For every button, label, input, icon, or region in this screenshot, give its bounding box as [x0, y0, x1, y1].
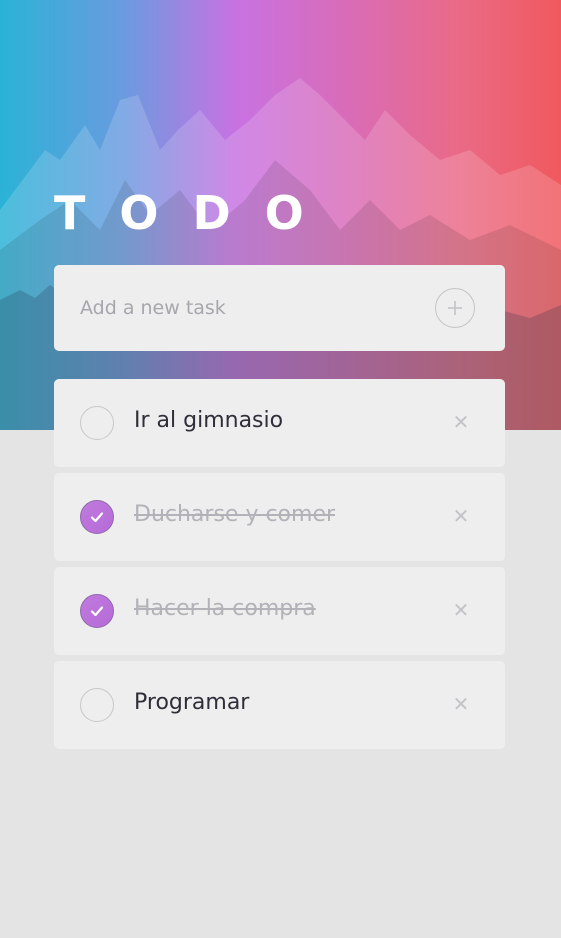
delete-task-button[interactable]: ✕ — [451, 411, 471, 433]
app-title: TODO — [54, 186, 338, 240]
task-checkbox-checked[interactable] — [80, 500, 114, 534]
delete-task-button[interactable]: ✕ — [451, 505, 471, 527]
hero-banner: TODO — [0, 0, 561, 430]
checkmark-icon — [90, 512, 104, 523]
task-item: Ducharse y comer ✕ — [54, 473, 505, 561]
task-checkbox[interactable] — [80, 688, 114, 722]
delete-task-button[interactable]: ✕ — [451, 599, 471, 621]
task-item: Programar ✕ — [54, 661, 505, 749]
task-label: Ir al gimnasio — [134, 408, 284, 433]
delete-task-button[interactable]: ✕ — [451, 693, 471, 715]
close-icon: ✕ — [452, 692, 470, 716]
checkmark-icon — [90, 606, 104, 617]
new-task-form — [54, 265, 505, 351]
close-icon: ✕ — [452, 504, 470, 528]
task-item: Ir al gimnasio ✕ — [54, 379, 505, 467]
task-checkbox-checked[interactable] — [80, 594, 114, 628]
new-task-input[interactable] — [80, 289, 420, 327]
plus-icon — [448, 301, 462, 315]
add-task-button[interactable] — [435, 288, 475, 328]
close-icon: ✕ — [452, 410, 470, 434]
task-checkbox[interactable] — [80, 406, 114, 440]
close-icon: ✕ — [452, 598, 470, 622]
task-label: Programar — [134, 690, 250, 715]
task-item: Hacer la compra ✕ — [54, 567, 505, 655]
task-label: Ducharse y comer — [134, 502, 336, 527]
task-label: Hacer la compra — [134, 596, 316, 621]
